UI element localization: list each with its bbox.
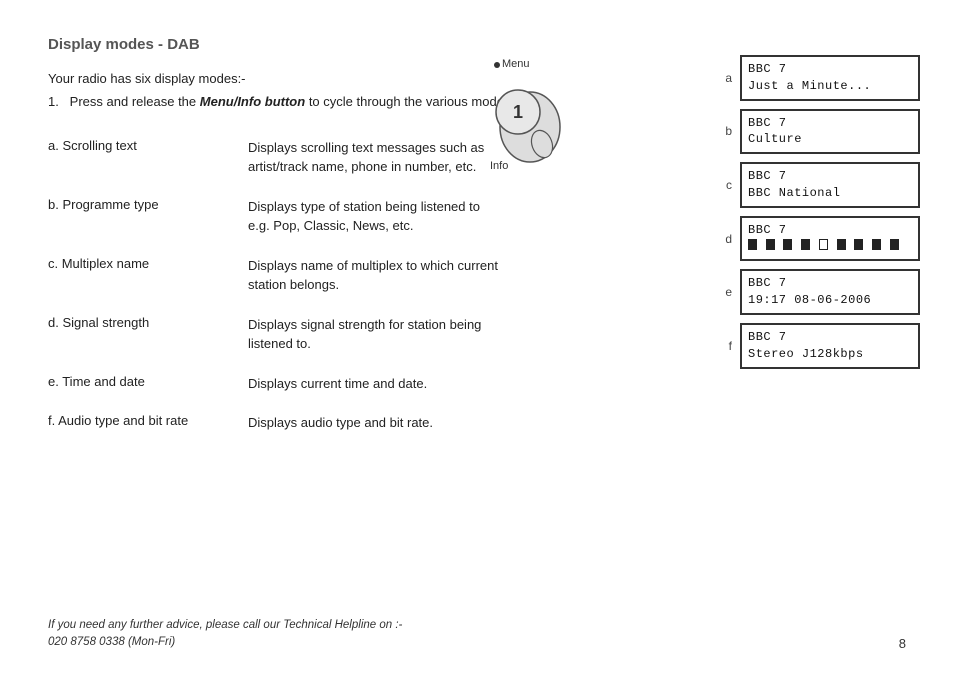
mode-label-b: b. Programme type bbox=[48, 189, 238, 244]
svg-text:1: 1 bbox=[513, 102, 523, 122]
mode-desc-b: Displays type of station being listened … bbox=[238, 189, 498, 244]
lcd-line2-f: Stereo J128kbps bbox=[748, 346, 912, 363]
signal-bar-2 bbox=[766, 239, 775, 250]
lcd-screen-c: BBC 7 BBC National bbox=[740, 162, 920, 208]
screen-row-b: b BBC 7 Culture bbox=[722, 109, 922, 155]
lcd-screen-d: BBC 7 bbox=[740, 216, 920, 262]
lcd-line1-e: BBC 7 bbox=[748, 275, 912, 292]
lcd-line1-f: BBC 7 bbox=[748, 329, 912, 346]
lcd-screen-a: BBC 7 Just a Minute... bbox=[740, 55, 920, 101]
lcd-line1-c: BBC 7 bbox=[748, 168, 912, 185]
signal-bar-1 bbox=[748, 239, 757, 250]
screen-row-c: c BBC 7 BBC National bbox=[722, 162, 922, 208]
lcd-line2-d bbox=[748, 239, 912, 256]
mode-label-f: f. Audio type and bit rate bbox=[48, 405, 238, 441]
info-label: Info bbox=[490, 160, 508, 172]
screen-row-e: e BBC 7 19:17 08-06-2006 bbox=[722, 269, 922, 315]
mode-desc-f: Displays audio type and bit rate. bbox=[238, 405, 498, 441]
screen-row-f: f BBC 7 Stereo J128kbps bbox=[722, 323, 922, 369]
page-number: 8 bbox=[899, 636, 906, 651]
footer: If you need any further advice, please c… bbox=[48, 617, 402, 652]
screens-area: a BBC 7 Just a Minute... b BBC 7 Culture… bbox=[722, 55, 922, 369]
screen-row-d: d BBC 7 bbox=[722, 216, 922, 262]
lcd-line1-a: BBC 7 bbox=[748, 61, 912, 78]
signal-bar-7 bbox=[854, 239, 863, 250]
signal-bar-3 bbox=[783, 239, 792, 250]
lcd-line2-e: 19:17 08-06-2006 bbox=[748, 292, 912, 309]
screen-letter-b: b bbox=[722, 124, 732, 138]
screen-letter-c: c bbox=[722, 178, 732, 192]
signal-bar-6 bbox=[837, 239, 846, 250]
page-title: Display modes - DAB bbox=[48, 36, 906, 53]
menu-label: Menu bbox=[502, 58, 530, 70]
signal-bar-9 bbox=[890, 239, 899, 250]
lcd-screen-b: BBC 7 Culture bbox=[740, 109, 920, 155]
screen-letter-a: a bbox=[722, 71, 732, 85]
screen-row-a: a BBC 7 Just a Minute... bbox=[722, 55, 922, 101]
screen-letter-d: d bbox=[722, 232, 732, 246]
lcd-line2-c: BBC National bbox=[748, 185, 912, 202]
lcd-screen-e: BBC 7 19:17 08-06-2006 bbox=[740, 269, 920, 315]
lcd-line2-a: Just a Minute... bbox=[748, 78, 912, 95]
knob-illustration: Menu 1 Info bbox=[480, 60, 600, 170]
knob-svg: 1 bbox=[480, 72, 580, 172]
mode-desc-c: Displays name of multiplex to which curr… bbox=[238, 248, 498, 303]
mode-label-e: e. Time and date bbox=[48, 366, 238, 402]
mode-desc-e: Displays current time and date. bbox=[238, 366, 498, 402]
signal-bar-5-empty bbox=[819, 239, 828, 250]
mode-label-a: a. Scrolling text bbox=[48, 130, 238, 185]
footer-line1: If you need any further advice, please c… bbox=[48, 617, 402, 634]
step1-bold: Menu/Info button bbox=[200, 94, 305, 109]
lcd-line2-b: Culture bbox=[748, 131, 912, 148]
step1-prefix: 1. Press and release the bbox=[48, 94, 200, 109]
menu-dot bbox=[494, 62, 500, 68]
signal-bar-4 bbox=[801, 239, 810, 250]
lcd-line1-b: BBC 7 bbox=[748, 115, 912, 132]
mode-desc-d: Displays signal strength for station bei… bbox=[238, 307, 498, 362]
screen-letter-e: e bbox=[722, 285, 732, 299]
lcd-screen-f: BBC 7 Stereo J128kbps bbox=[740, 323, 920, 369]
mode-desc-a: Displays scrolling text messages such as… bbox=[238, 130, 498, 185]
mode-label-d: d. Signal strength bbox=[48, 307, 238, 362]
screen-letter-f: f bbox=[722, 339, 732, 353]
mode-label-c: c. Multiplex name bbox=[48, 248, 238, 303]
signal-bar-8 bbox=[872, 239, 881, 250]
footer-line2: 020 8758 0338 (Mon-Fri) bbox=[48, 634, 402, 651]
lcd-line1-d: BBC 7 bbox=[748, 222, 912, 239]
